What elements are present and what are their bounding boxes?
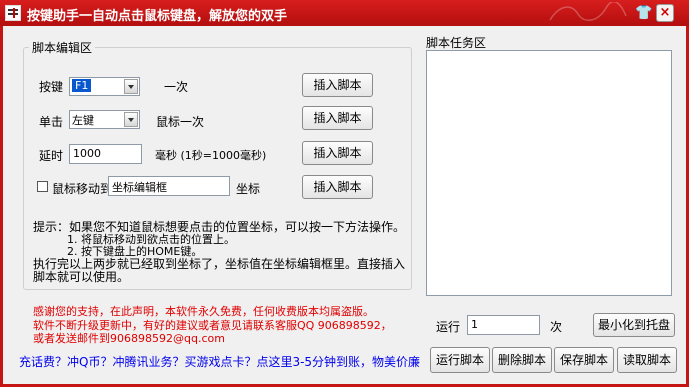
task-list[interactable] <box>426 50 672 296</box>
close-button[interactable]: × <box>656 4 674 22</box>
delete-script-button[interactable]: 删除脚本 <box>492 347 552 373</box>
title-bar: 按键助手一自动点击鼠标键盘，解放您的双手 👕 × <box>0 0 689 26</box>
delay-label: 延时 <box>39 149 64 163</box>
save-script-button[interactable]: 保存脚本 <box>554 347 614 373</box>
checkbox-icon[interactable] <box>37 181 48 192</box>
run-unit: 次 <box>550 320 563 334</box>
mouse-button-value: 左键 <box>72 114 94 127</box>
task-area-title: 脚本任务区 <box>426 36 487 50</box>
click-label: 单击 <box>39 115 64 129</box>
notice-line: 或者发送邮件到906898592@qq.com <box>33 332 225 345</box>
run-label: 运行 <box>436 320 461 334</box>
move-label: 鼠标移动到 <box>52 182 113 196</box>
coordinate-input[interactable]: 坐标编辑框 <box>108 176 230 196</box>
promo-link[interactable]: 充话费？冲Q币？冲腾讯业务？买游戏点卡？点这里3-5分钟到账，物美价廉 <box>19 353 420 370</box>
key-select[interactable]: F1 <box>69 77 140 96</box>
insert-click-button[interactable]: 插入脚本 <box>302 106 373 130</box>
app-icon <box>5 5 21 21</box>
click-suffix: 鼠标一次 <box>156 115 205 129</box>
run-count-input[interactable]: 1 <box>467 315 540 335</box>
hint-line: 脚本就可以使用。 <box>33 270 130 284</box>
delay-suffix: 毫秒 (1秒=1000毫秒) <box>155 149 267 162</box>
key-suffix: 一次 <box>164 80 189 94</box>
close-icon: × <box>659 5 671 20</box>
key-label: 按键 <box>39 80 64 94</box>
load-script-button[interactable]: 读取脚本 <box>617 347 677 373</box>
insert-delay-button[interactable]: 插入脚本 <box>302 141 373 165</box>
move-suffix: 坐标 <box>236 182 261 196</box>
chevron-down-icon <box>124 79 138 94</box>
minimize-to-tray-button[interactable]: 最小化到托盘 <box>593 313 675 337</box>
insert-key-button[interactable]: 插入脚本 <box>302 73 373 97</box>
mouse-button-select[interactable]: 左键 <box>69 110 140 129</box>
run-script-button[interactable]: 运行脚本 <box>430 347 490 373</box>
window-title: 按键助手一自动点击鼠标键盘，解放您的双手 <box>27 9 288 24</box>
script-editor-title: 脚本编辑区 <box>29 39 96 56</box>
delay-input[interactable]: 1000 <box>69 144 142 164</box>
insert-move-button[interactable]: 插入脚本 <box>302 175 373 199</box>
key-select-value: F1 <box>72 79 92 92</box>
skin-icon[interactable]: 👕 <box>635 4 653 22</box>
decoration-pattern <box>549 2 627 21</box>
chevron-down-icon <box>124 112 138 127</box>
